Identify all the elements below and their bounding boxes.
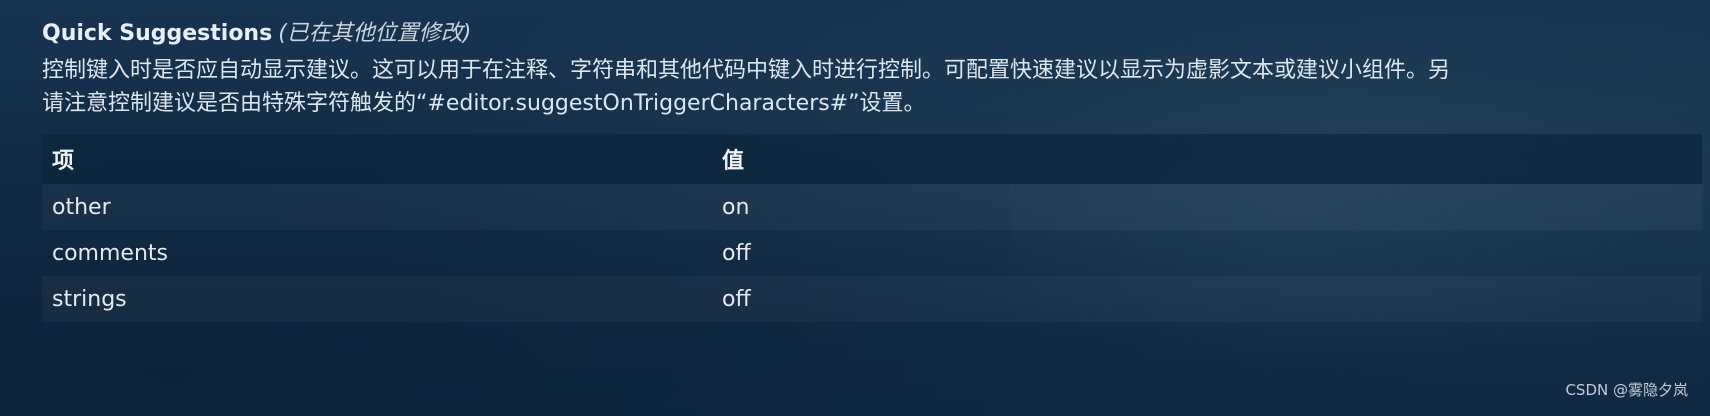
table-body: other on comments off strings off bbox=[42, 184, 1702, 322]
setting-description: 控制键入时是否应自动显示建议。这可以用于在注释、字符串和其他代码中键入时进行控制… bbox=[42, 54, 1702, 120]
setting-description-line-2: 请注意控制建议是否由特殊字符触发的“#editor.suggestOnTrigg… bbox=[42, 91, 926, 116]
setting-title: Quick Suggestions (已在其他位置修改) bbox=[42, 18, 1702, 50]
table-cell-key: other bbox=[52, 194, 111, 220]
table-row[interactable]: comments off bbox=[42, 230, 1702, 276]
setting-description-line-1: 控制键入时是否应自动显示建议。这可以用于在注释、字符串和其他代码中键入时进行控制… bbox=[42, 58, 1451, 83]
watermark: CSDN @雾隐夕岚 bbox=[1565, 381, 1688, 399]
settings-table: 项 值 other on comments off strings off bbox=[42, 134, 1702, 322]
table-cell-value: off bbox=[722, 286, 751, 312]
modified-elsewhere-note[interactable]: (已在其他位置修改) bbox=[278, 21, 471, 46]
table-row[interactable]: other on bbox=[42, 184, 1702, 230]
setting-title-label: Quick Suggestions bbox=[42, 21, 273, 46]
table-cell-key: strings bbox=[52, 286, 127, 312]
table-cell-value: off bbox=[722, 240, 751, 266]
table-row[interactable]: strings off bbox=[42, 276, 1702, 322]
table-header-row: 项 值 bbox=[42, 134, 1702, 184]
table-header-value: 值 bbox=[722, 149, 745, 174]
setting-item: Quick Suggestions (已在其他位置修改) 控制键入时是否应自动显示… bbox=[42, 18, 1702, 322]
table-cell-value: on bbox=[722, 194, 750, 220]
table-cell-key: comments bbox=[52, 240, 168, 266]
table-header-key: 项 bbox=[52, 149, 75, 174]
